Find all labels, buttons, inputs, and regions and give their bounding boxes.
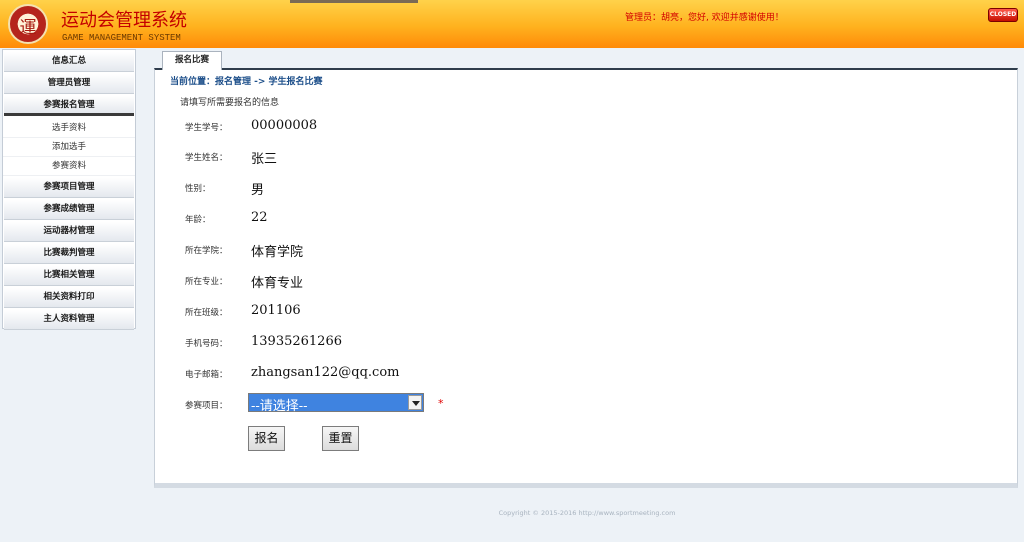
field-label: 手机号码：	[185, 339, 228, 349]
field-value: 体育专业	[251, 276, 304, 291]
field-label: 年龄：	[185, 215, 211, 225]
submit-registration-button[interactable]: 报名	[248, 426, 285, 451]
sidebar-subitem-add-athlete[interactable]: 添加选手	[3, 138, 135, 157]
field-value: 张三	[251, 152, 278, 167]
required-mark: *	[438, 397, 444, 410]
university-seal-logo	[8, 4, 48, 44]
sidebar-item-print-materials[interactable]: 相关资料打印	[4, 288, 134, 308]
field-label: 学生学号：	[185, 123, 228, 133]
form-hint: 请填写所需要报名的信息	[180, 98, 280, 108]
field-label: 所在班级：	[185, 308, 228, 318]
field-label: 所在学院：	[185, 246, 228, 256]
project-select[interactable]: --请选择--	[248, 393, 424, 414]
sidebar-submenu: 选手资料 添加选手 参赛资料	[3, 119, 135, 176]
field-label: 性别：	[185, 184, 211, 194]
project-label: 参赛项目：	[185, 401, 228, 411]
field-value: zhangsan122@qq.com	[251, 365, 400, 380]
sidebar-item-info-summary[interactable]: 信息汇总	[4, 52, 134, 72]
field-value: 00000008	[251, 118, 318, 133]
close-button[interactable]: CLOSED	[988, 8, 1018, 22]
app-header: 运动会管理系统 GAME MANAGEMENT SYSTEM 管理员：胡亮，您好…	[0, 0, 1024, 48]
field-value: 体育学院	[251, 245, 304, 260]
project-select-value: --请选择--	[251, 399, 308, 414]
sidebar-item-event-management[interactable]: 参赛项目管理	[4, 178, 134, 198]
sidebar-item-equipment-management[interactable]: 运动器材管理	[4, 222, 134, 242]
sidebar-item-owner-profile[interactable]: 主人资料管理	[4, 310, 134, 330]
field-label: 学生姓名：	[185, 153, 228, 163]
field-value: 男	[251, 183, 265, 198]
sidebar-item-admin-management[interactable]: 管理员管理	[4, 74, 134, 94]
field-label: 所在专业：	[185, 277, 228, 287]
window-top-bar	[290, 0, 418, 3]
reset-button[interactable]: 重置	[322, 426, 359, 451]
sidebar-item-related-management[interactable]: 比赛相关管理	[4, 266, 134, 286]
sidebar-item-registration-management[interactable]: 参赛报名管理	[4, 96, 134, 116]
app-title: 运动会管理系统	[61, 10, 187, 31]
sidebar-item-score-management[interactable]: 参赛成绩管理	[4, 200, 134, 220]
field-label: 电子邮箱：	[185, 370, 228, 380]
welcome-message: 管理员：胡亮，您好, 欢迎并感谢使用！	[625, 13, 784, 23]
field-value: 13935261266	[251, 334, 342, 349]
sidebar-menu: 信息汇总 管理员管理 参赛报名管理 选手资料 添加选手 参赛资料 参赛项目管理 …	[2, 49, 136, 330]
breadcrumb: 当前位置：报名管理 -> 学生报名比赛	[170, 77, 323, 87]
field-value: 22	[251, 210, 268, 225]
sidebar-item-referee-management[interactable]: 比赛裁判管理	[4, 244, 134, 264]
sidebar-subitem-athlete-info[interactable]: 选手资料	[3, 119, 135, 138]
field-value: 201106	[251, 303, 301, 318]
app-subtitle: GAME MANAGEMENT SYSTEM	[62, 33, 181, 43]
sidebar-subitem-entry-info[interactable]: 参赛资料	[3, 157, 135, 176]
chevron-down-icon[interactable]	[408, 395, 422, 410]
copyright: Copyright © 2015-2016 http://www.sportme…	[498, 509, 676, 517]
tab-register-competition[interactable]: 报名比赛	[162, 51, 222, 70]
